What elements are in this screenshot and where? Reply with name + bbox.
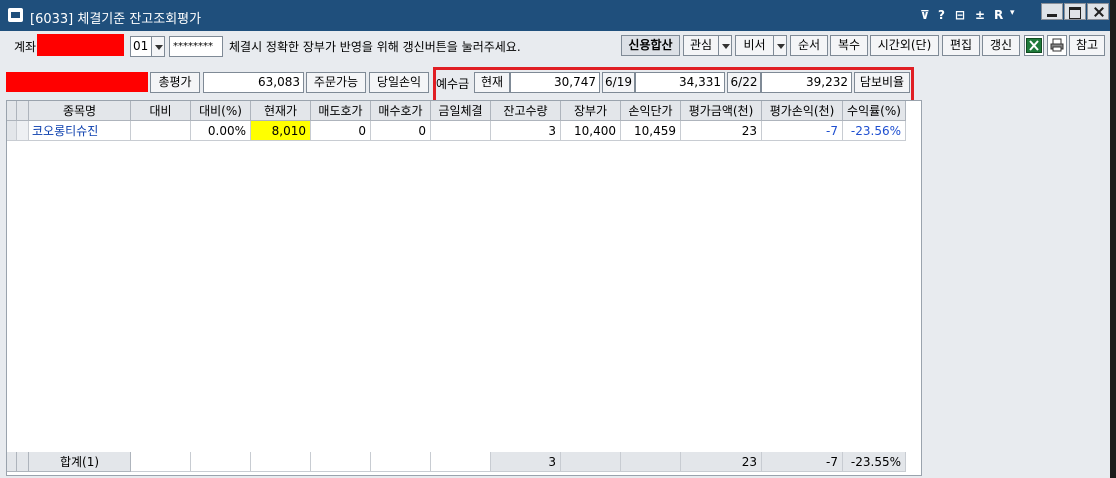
col-header-eval-pnl[interactable]: 평가손익(천): [762, 101, 843, 121]
total-label-cell: 합계(1): [29, 452, 131, 472]
total-ask-cell: [311, 452, 371, 472]
account-name-redacted: [6, 72, 148, 92]
col-header-qty[interactable]: 잔고수량: [491, 101, 561, 121]
total-eval-pnl-cell: -7: [762, 452, 843, 472]
total-row-select: [17, 452, 29, 472]
total-bid-cell: [371, 452, 431, 472]
total-row-marker: [7, 452, 17, 472]
close-button[interactable]: [1087, 3, 1109, 20]
ask-cell: 0: [311, 121, 371, 141]
col-header-name[interactable]: 종목명: [29, 101, 131, 121]
change-pct-cell: 0.00%: [191, 121, 251, 141]
filter-icon[interactable]: ⊽: [920, 8, 930, 22]
account-suffix-select[interactable]: 01: [130, 36, 152, 57]
row-select[interactable]: [17, 121, 29, 141]
balance-grid: 종목명 대비 대비(%) 현재가 매도호가 매수호가 금일체결 잔고수량 장부가…: [6, 100, 922, 476]
credit-sum-button[interactable]: 신용합산: [621, 35, 680, 56]
account-number-redacted[interactable]: [37, 34, 124, 56]
watch-button[interactable]: 관심: [683, 35, 719, 56]
change-cell: [131, 121, 191, 141]
total-change-pct-cell: [191, 452, 251, 472]
total-price-cell: [251, 452, 311, 472]
account-dropdown-icon[interactable]: [151, 36, 165, 57]
col-header-eval-amount[interactable]: 평가금액(천): [681, 101, 762, 121]
daily-pnl-button[interactable]: 당일손익: [369, 72, 429, 93]
maximize-button[interactable]: [1064, 3, 1086, 20]
col-header-price[interactable]: 현재가: [251, 101, 311, 121]
row-marker: [7, 121, 17, 141]
col-header-change-pct[interactable]: 대비(%): [191, 101, 251, 121]
layout-icon[interactable]: ⊟: [955, 8, 965, 22]
grid-header-select: [17, 101, 29, 121]
reset-icon[interactable]: R: [994, 8, 1003, 22]
watch-dropdown-icon[interactable]: [718, 35, 732, 56]
total-book-price-cell: [561, 452, 621, 472]
help-icon[interactable]: ?: [938, 8, 945, 22]
window-edge: [1110, 0, 1116, 478]
bid-cell: 0: [371, 121, 431, 141]
excel-icon: [1026, 38, 1042, 53]
grid-header-marker: [7, 101, 17, 121]
balance-window: [6033] 체결기준 잔고조회평가 ⊽ ? ⊟ ± R ▾ 계좌 01 ***…: [0, 0, 1116, 478]
secretary-dropdown-icon[interactable]: [773, 35, 787, 56]
book-price-cell: 10,400: [561, 121, 621, 141]
after-hours-button[interactable]: 시간외(단): [870, 35, 939, 56]
window-title: [6033] 체결기준 잔고조회평가: [30, 12, 202, 27]
printer-icon: [1050, 38, 1064, 52]
col-header-book-price[interactable]: 장부가: [561, 101, 621, 121]
total-eval-amount-cell: 23: [681, 452, 762, 472]
col-header-today-exec[interactable]: 금일체결: [431, 101, 491, 121]
total-today-exec-cell: [431, 452, 491, 472]
account-label: 계좌: [14, 40, 37, 54]
total-return-cell: -23.55%: [843, 452, 906, 472]
breakeven-cell: 10,459: [621, 121, 681, 141]
total-breakeven-cell: [621, 452, 681, 472]
minimize-button[interactable]: [1041, 3, 1063, 20]
total-eval-button[interactable]: 총평가: [150, 72, 200, 93]
refresh-button[interactable]: 갱신: [982, 35, 1020, 56]
password-field[interactable]: ********: [169, 36, 223, 57]
pin-icon[interactable]: ±: [975, 8, 985, 22]
menu-chevron-icon[interactable]: ▾: [1010, 8, 1015, 18]
copy-button[interactable]: 복수: [830, 35, 868, 56]
total-qty-cell: 3: [491, 452, 561, 472]
total-eval-value: 63,083: [203, 72, 304, 93]
eval-amount-cell: 23: [681, 121, 762, 141]
excel-export-button[interactable]: [1024, 35, 1044, 56]
order-button[interactable]: 순서: [790, 35, 828, 56]
price-cell: 8,010: [251, 121, 311, 141]
app-icon: [8, 8, 23, 22]
qty-cell: 3: [491, 121, 561, 141]
secretary-button[interactable]: 비서: [735, 35, 774, 56]
col-header-breakeven[interactable]: 손익단가: [621, 101, 681, 121]
total-change-cell: [131, 452, 191, 472]
order-possible-button[interactable]: 주문가능: [306, 72, 366, 93]
stock-name-cell[interactable]: 코오롱티슈진: [29, 121, 131, 141]
eval-pnl-cell: -7: [762, 121, 843, 141]
col-header-ask[interactable]: 매도호가: [311, 101, 371, 121]
print-button[interactable]: [1047, 35, 1067, 56]
return-cell: -23.56%: [843, 121, 906, 141]
title-bar: [6033] 체결기준 잔고조회평가 ⊽ ? ⊟ ± R ▾: [0, 0, 1116, 31]
col-header-change[interactable]: 대비: [131, 101, 191, 121]
col-header-bid[interactable]: 매수호가: [371, 101, 431, 121]
reference-button[interactable]: 참고: [1069, 35, 1105, 56]
refresh-notice: 체결시 정확한 장부가 반영을 위해 갱신버튼을 눌러주세요.: [229, 40, 521, 54]
edit-button[interactable]: 편집: [942, 35, 980, 56]
col-header-return[interactable]: 수익률(%): [843, 101, 906, 121]
today-exec-cell: [431, 121, 491, 141]
right-empty-panel: [922, 60, 1116, 478]
